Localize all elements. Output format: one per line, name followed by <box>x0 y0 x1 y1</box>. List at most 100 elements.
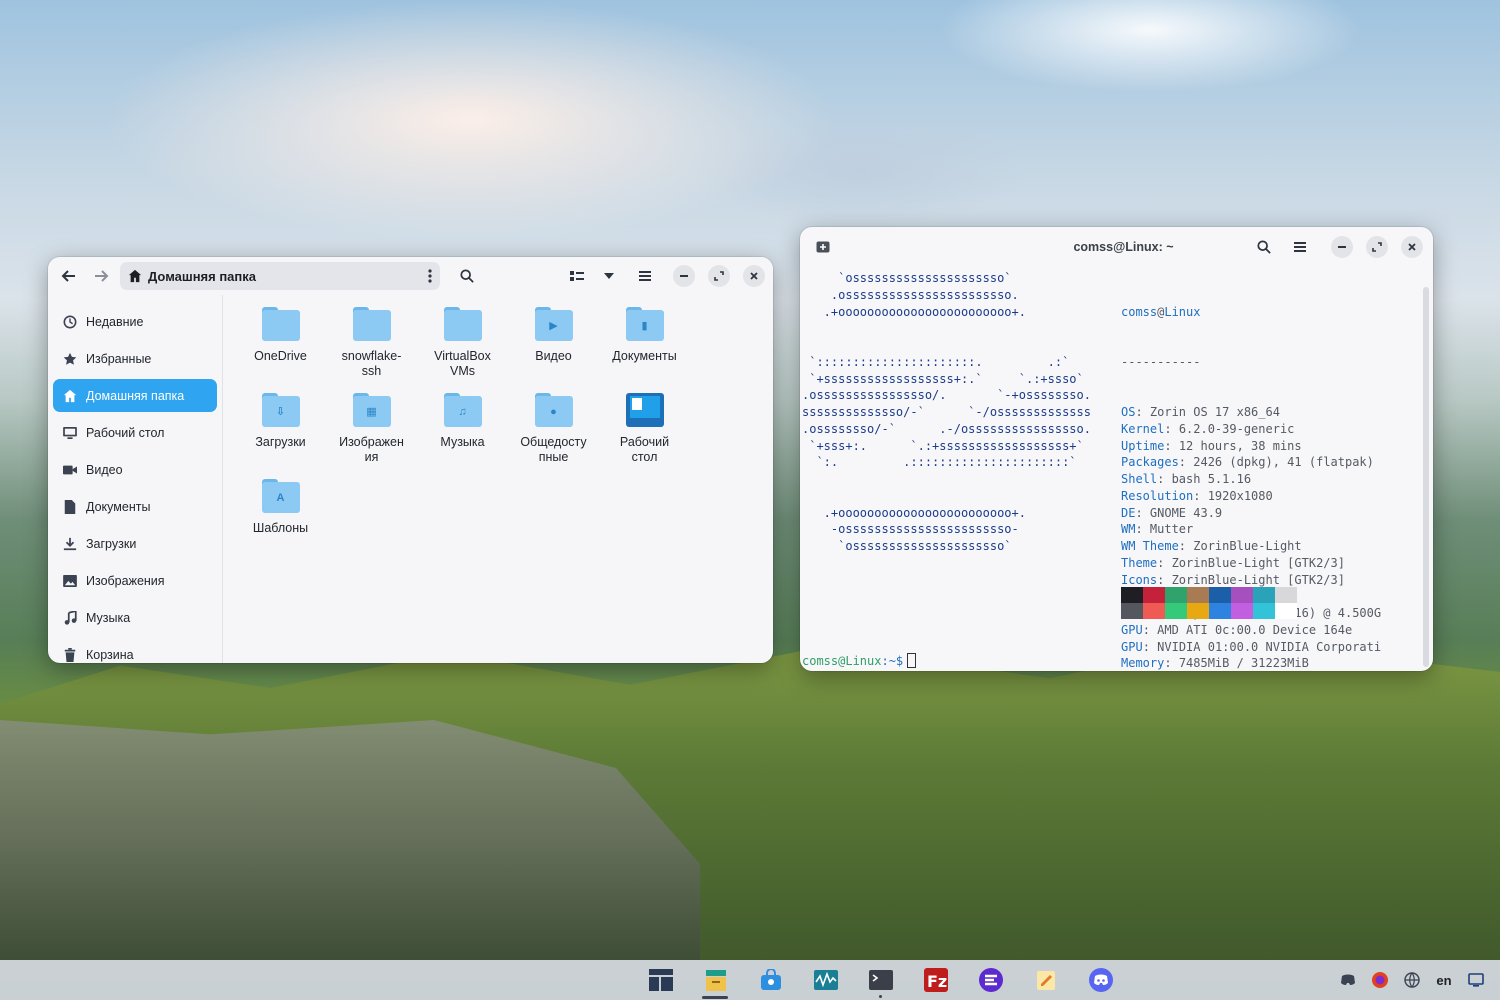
terminal-app-button[interactable] <box>853 960 908 1000</box>
info-value: 6.2.0-39-generic <box>1178 421 1295 436</box>
info-value: Mutter <box>1149 522 1194 537</box>
vertical-dots-icon[interactable] <box>428 269 432 283</box>
palette-swatch <box>1275 603 1297 619</box>
view-options-button[interactable] <box>595 263 623 289</box>
sidebar-item-download[interactable]: Загрузки <box>53 527 217 560</box>
terminal-minimize-button[interactable] <box>1331 236 1353 258</box>
terminal-search-button[interactable] <box>1251 234 1277 260</box>
sidebar-item-document[interactable]: Документы <box>53 490 217 523</box>
running-indicator <box>879 995 882 998</box>
ascii-logo-line: .+oooooooooooooooooooooooo+. <box>802 505 1026 520</box>
ascii-logo-line: .osssssssssssssssssssssso. <box>802 287 1019 302</box>
ascii-logo-line: `::::::::::::::::::::::. .:` <box>802 354 1070 369</box>
ascii-logo-line: .+oooooooooooooooooooooooo+. <box>802 304 1026 319</box>
prompt-path: :~$ <box>881 654 904 668</box>
folder-documents-icon: ▮ <box>625 307 664 341</box>
file-item[interactable]: ▶ Видео <box>508 303 599 389</box>
folder-public-icon: ● <box>534 393 573 427</box>
file-manager-window[interactable]: Домашняя папка Недавние Избранные Домашняя… <box>48 257 773 663</box>
sidebar-item-image[interactable]: Изображения <box>53 564 217 597</box>
file-item[interactable]: Рабочий стол <box>599 389 690 475</box>
tray-discord[interactable] <box>1332 960 1364 1000</box>
info-row: Resolution: 1920x1080 <box>1121 488 1273 503</box>
file-item[interactable]: ▮ Документы <box>599 303 690 389</box>
maximize-icon <box>1372 242 1382 252</box>
file-item[interactable]: OneDrive <box>235 303 326 389</box>
file-item[interactable]: ● Общедосту пные <box>508 389 599 475</box>
pika-backup-button[interactable] <box>963 960 1018 1000</box>
sidebar-item-clock[interactable]: Недавние <box>53 305 217 338</box>
sidebar-item-label: Музыка <box>86 610 131 625</box>
maximize-button[interactable] <box>708 265 730 287</box>
file-item[interactable]: A Шаблоны <box>235 475 326 561</box>
hamburger-icon <box>1294 242 1306 252</box>
terminal-window[interactable]: comss@Linux: ~ `osssssssssssssssssssso` … <box>800 227 1433 671</box>
file-name: Изображен ия <box>339 435 404 464</box>
view-mode-button[interactable] <box>563 263 591 289</box>
terminal-close-button[interactable] <box>1401 236 1423 258</box>
file-item[interactable]: ⇩ Загрузки <box>235 389 326 475</box>
new-tab-button[interactable] <box>810 234 836 260</box>
file-name: Загрузки <box>255 435 306 449</box>
software-store-button[interactable] <box>743 960 798 1000</box>
sidebar-item-home[interactable]: Домашняя папка <box>53 379 217 412</box>
music-icon <box>62 610 78 626</box>
sidebar-item-label: Корзина <box>86 647 134 662</box>
shell-prompt[interactable]: comss@Linux:~$ <box>802 653 917 670</box>
ascii-logo-line: -osssssssssssssssssssssso- <box>802 522 1019 537</box>
sidebar-item-music[interactable]: Музыка <box>53 601 217 634</box>
zorin-menu-icon <box>648 969 673 991</box>
text-editor-button[interactable] <box>1018 960 1073 1000</box>
ascii-logo-line: `osssssssssssssssssssso` <box>802 539 1012 553</box>
taskbar: Fz en <box>0 960 1500 1000</box>
arrow-right-icon <box>95 270 109 282</box>
file-name: VirtualBox VMs <box>434 349 491 378</box>
info-value: ZorinBlue-Light [GTK2/3] <box>1171 572 1345 587</box>
pika-backup-icon <box>978 968 1003 992</box>
file-item[interactable]: ♫ Музыка <box>417 389 508 475</box>
terminal-maximize-button[interactable] <box>1366 236 1388 258</box>
minimize-icon <box>1338 246 1346 248</box>
file-item[interactable]: snowflake-ssh <box>326 303 417 389</box>
terminal-scrollbar[interactable] <box>1423 287 1429 667</box>
terminal-menu-button[interactable] <box>1287 234 1313 260</box>
keyboard-layout-indicator[interactable]: en <box>1428 960 1460 1000</box>
info-value: ZorinBlue-Light [GTK2/3] <box>1171 555 1345 570</box>
sidebar-item-video[interactable]: Видео <box>53 453 217 486</box>
info-row: DE: GNOME 43.9 <box>1121 505 1223 520</box>
info-value: GNOME 43.9 <box>1149 505 1223 520</box>
software-store-icon <box>760 969 781 990</box>
sidebar-item-desktop[interactable]: Рабочий стол <box>53 416 217 449</box>
info-value: 12 hours, 38 mins <box>1178 438 1302 453</box>
discord-button[interactable] <box>1073 960 1128 1000</box>
folder-icon <box>261 307 300 341</box>
file-item[interactable]: ▦ Изображен ия <box>326 389 417 475</box>
filezilla-button[interactable]: Fz <box>908 960 963 1000</box>
sidebar-item-label: Изображения <box>86 573 165 588</box>
sidebar-item-trash[interactable]: Корзина <box>53 638 217 663</box>
list-view-icon <box>570 271 584 281</box>
download-icon <box>62 536 78 552</box>
palette-swatch <box>1165 587 1187 603</box>
back-button[interactable] <box>56 263 82 289</box>
main-menu-button[interactable] <box>631 263 659 289</box>
files-app-button[interactable] <box>688 960 743 1000</box>
location-bar[interactable]: Домашняя папка <box>120 262 440 290</box>
show-desktop-button[interactable] <box>1460 960 1492 1000</box>
tray-network[interactable] <box>1396 960 1428 1000</box>
search-button[interactable] <box>454 263 480 289</box>
info-row: Memory: 7485MiB / 31223MiB <box>1121 656 1309 671</box>
terminal-output[interactable]: `osssssssssssssssssssso` .osssssssssssss… <box>802 267 1419 671</box>
system-monitor-button[interactable] <box>798 960 853 1000</box>
minimize-button[interactable] <box>673 265 695 287</box>
folder-icon <box>352 307 391 341</box>
forward-button[interactable] <box>88 263 114 289</box>
close-button[interactable] <box>743 265 765 287</box>
zorin-menu-button[interactable] <box>633 960 688 1000</box>
tray-firefox[interactable] <box>1364 960 1396 1000</box>
info-row: OS: Zorin OS 17 x86_64 <box>1121 405 1280 419</box>
neofetch-separator: ----------- <box>1121 354 1201 369</box>
ascii-logo-line <box>802 471 1091 488</box>
file-item[interactable]: VirtualBox VMs <box>417 303 508 389</box>
sidebar-item-star[interactable]: Избранные <box>53 342 217 375</box>
